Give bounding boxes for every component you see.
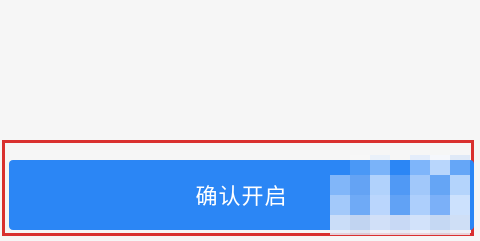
screen: 确认开启 xyxy=(0,0,480,241)
pixelated-watermark xyxy=(330,155,470,235)
confirm-enable-label: 确认开启 xyxy=(195,185,288,210)
